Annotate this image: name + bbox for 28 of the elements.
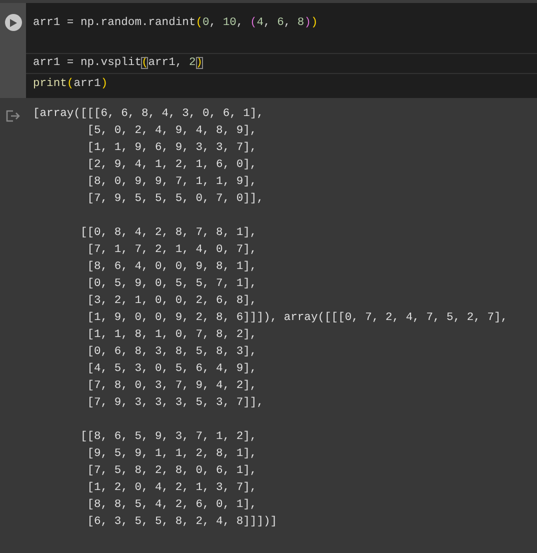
output-line: [7, 9, 5, 5, 5, 0, 7, 0]], <box>86 192 264 207</box>
output-line: [2, 9, 4, 1, 2, 1, 6, 0], <box>86 158 258 173</box>
output-line: [8, 8, 5, 4, 2, 6, 0, 1], <box>86 498 258 513</box>
output-line: [5, 0, 2, 4, 9, 4, 8, 9], <box>86 124 258 139</box>
output-line: [0, 6, 8, 3, 8, 5, 8, 3], <box>86 344 258 360</box>
output-line: [1, 1, 9, 6, 9, 3, 3, 7], <box>86 140 258 156</box>
code-line: arr1 = np.random.randint(0, 10, (4, 6, 8)) <box>32 16 319 31</box>
play-icon <box>10 18 16 26</box>
output-line: [7, 9, 3, 3, 3, 5, 3, 7]], <box>86 396 264 411</box>
output-line: [[0, 8, 4, 2, 8, 7, 8, 1], <box>79 226 258 241</box>
output-line: [1, 9, 0, 0, 9, 2, 8, 6]]]), array([[[0, 7, 2, 4, 7, 5, 2, 7], <box>86 310 508 326</box>
output-icon <box>6 110 20 122</box>
output-line: [1, 1, 8, 1, 0, 7, 8, 2], <box>86 328 258 343</box>
output-line: [1, 2, 0, 4, 2, 1, 3, 7], <box>86 480 258 496</box>
output-line: [7, 1, 7, 2, 1, 4, 0, 7], <box>86 242 258 258</box>
output-line: [6, 3, 5, 5, 8, 2, 4, 8]]])] <box>86 514 278 530</box>
output-line: [7, 5, 8, 2, 8, 0, 6, 1], <box>86 464 258 479</box>
run-button[interactable] <box>4 14 22 31</box>
output-line: [4, 5, 3, 0, 5, 6, 4, 9], <box>86 362 258 377</box>
output-line: [[8, 6, 5, 9, 3, 7, 1, 2], <box>79 430 258 445</box>
output-line: [array([[[6, 6, 8, 4, 3, 0, 6, 1], <box>33 106 264 122</box>
output-line: [3, 2, 1, 0, 0, 2, 6, 8], <box>86 294 258 309</box>
output-line: [8, 0, 9, 9, 7, 1, 1, 9], <box>86 174 258 190</box>
output-line: [8, 6, 4, 0, 0, 9, 8, 1], <box>86 260 258 275</box>
output-line: [7, 8, 0, 3, 7, 9, 4, 2], <box>86 378 258 394</box>
code-line: print(arr1) <box>32 76 109 92</box>
output-line: [9, 5, 9, 1, 1, 2, 8, 1], <box>86 446 258 462</box>
output-line: [0, 5, 9, 0, 5, 5, 7, 1], <box>86 276 258 292</box>
